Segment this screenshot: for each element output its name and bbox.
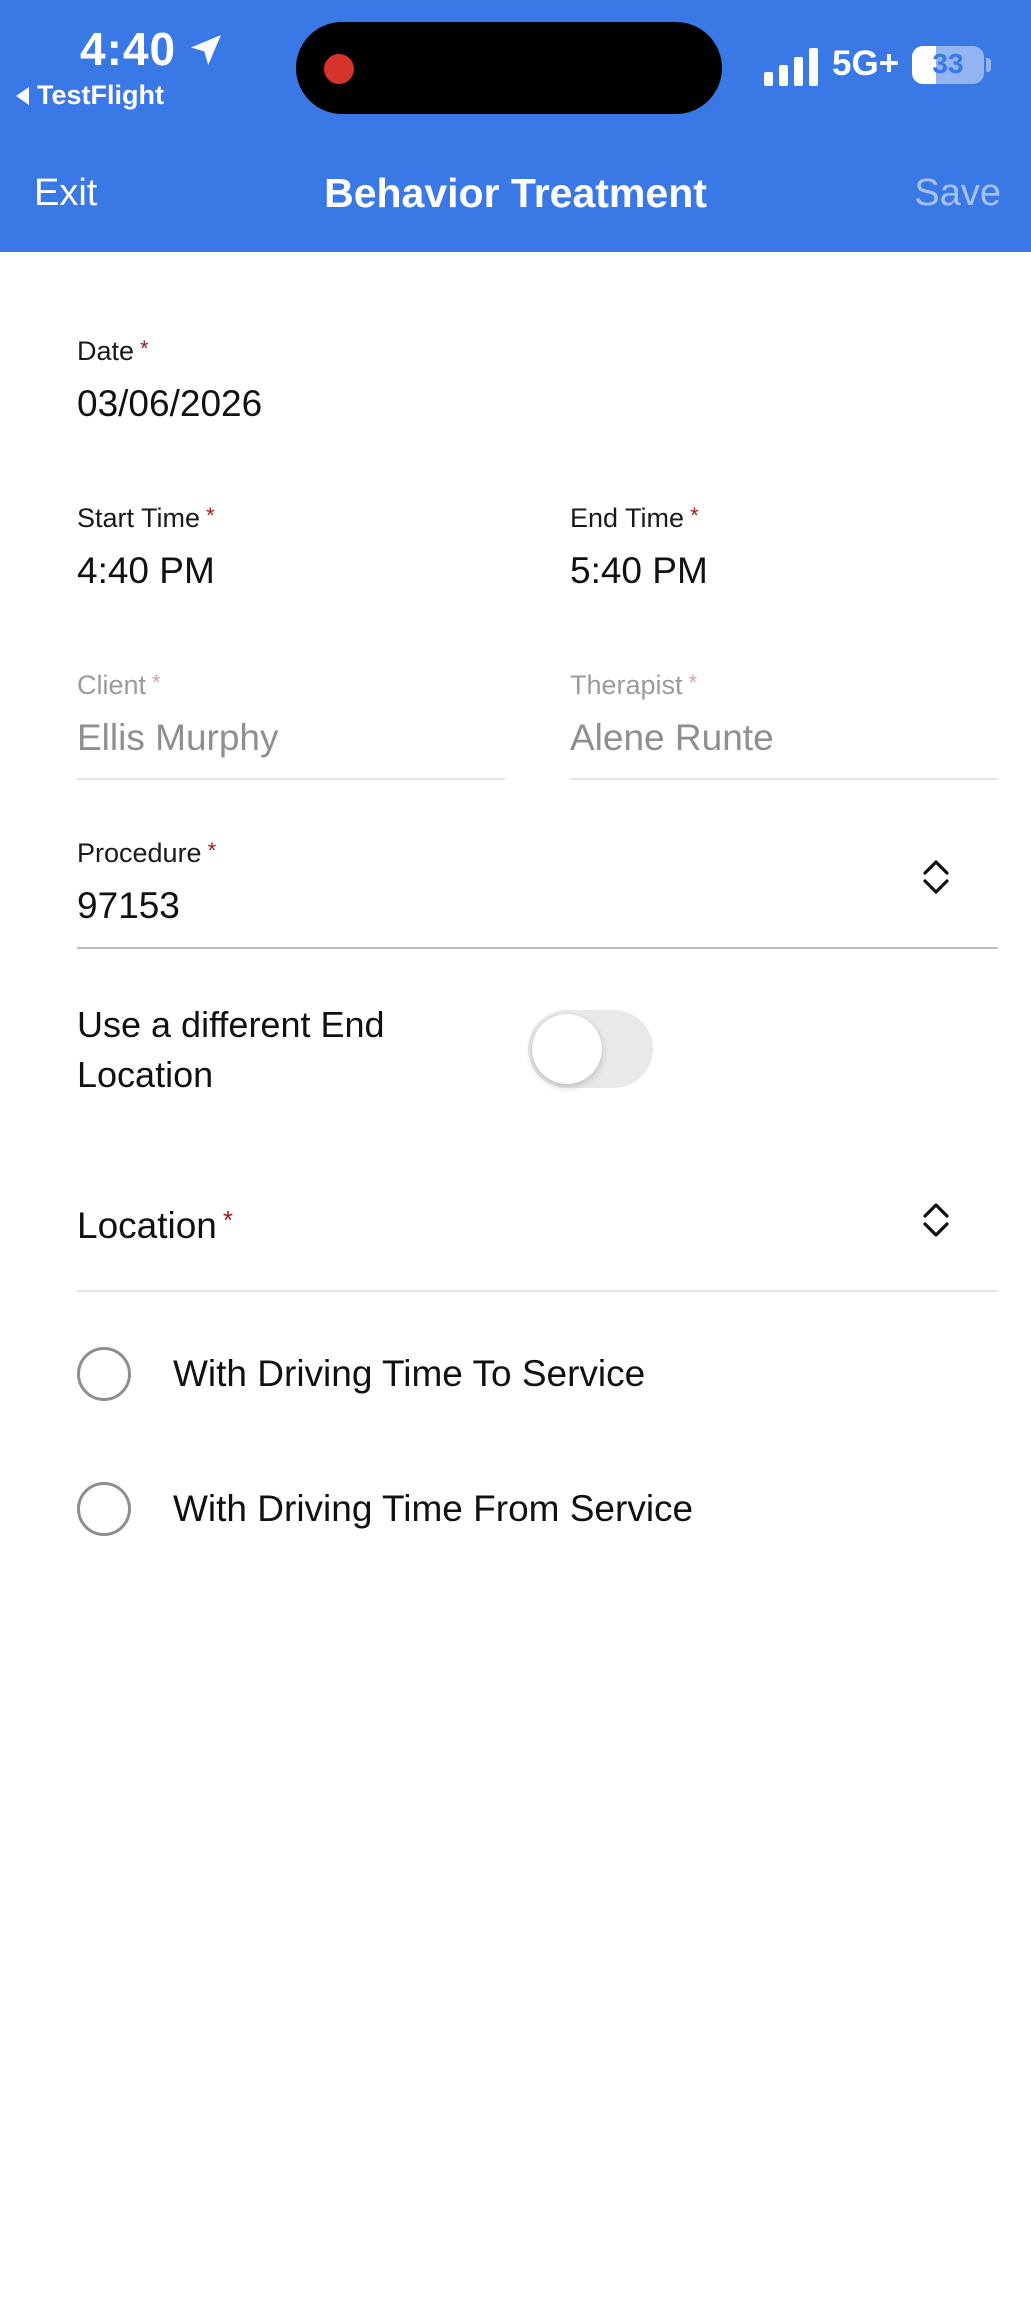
different-end-location-toggle[interactable] — [528, 1010, 653, 1088]
procedure-select[interactable]: Procedure * 97153 — [77, 838, 217, 926]
procedure-underline — [77, 947, 998, 949]
battery-indicator: 33 — [912, 46, 984, 84]
required-marker: * — [206, 503, 215, 528]
battery-percentage: 33 — [932, 48, 964, 79]
start-time-label: Start Time * — [77, 503, 215, 533]
client-label: Client * — [77, 670, 161, 700]
therapist-underline — [570, 778, 998, 780]
therapist-field: Therapist * Alene Runte — [570, 670, 774, 758]
chevron-up-down-icon[interactable] — [921, 1200, 951, 1240]
date-value: 03/06/2026 — [77, 383, 263, 424]
status-time: 4:40 — [80, 23, 177, 75]
toggle-knob — [532, 1014, 602, 1084]
date-label: Date * — [77, 336, 149, 366]
save-button[interactable]: Save — [914, 172, 1001, 215]
required-marker: * — [222, 1205, 234, 1235]
location-label: Location — [77, 1205, 217, 1246]
recording-indicator — [324, 54, 354, 84]
driving-time-from-service-option[interactable]: With Driving Time From Service — [77, 1482, 693, 1536]
driving-time-from-service-label: With Driving Time From Service — [173, 1488, 694, 1529]
radio-button[interactable] — [77, 1482, 131, 1536]
procedure-label: Procedure * — [77, 838, 217, 868]
different-end-location-label: Use a different End Location — [77, 1004, 385, 1095]
location-select[interactable]: Location * — [77, 1205, 233, 1247]
required-marker: * — [207, 838, 217, 863]
end-time-label: End Time * — [570, 503, 699, 533]
page-title: Behavior Treatment — [324, 170, 707, 216]
back-app-label: TestFlight — [37, 80, 164, 110]
client-field: Client * Ellis Murphy — [77, 670, 279, 758]
required-marker: * — [152, 670, 161, 695]
dynamic-island — [296, 22, 722, 114]
client-underline — [77, 778, 505, 780]
end-time-field[interactable]: End Time * 5:40 PM — [570, 503, 708, 591]
required-marker: * — [690, 503, 699, 528]
battery-cap — [986, 58, 991, 72]
procedure-value: 97153 — [77, 885, 180, 926]
location-arrow-icon — [191, 35, 221, 65]
start-time-field[interactable]: Start Time * 4:40 PM — [77, 503, 215, 591]
therapist-label: Therapist * — [570, 670, 698, 700]
end-time-value: 5:40 PM — [570, 550, 708, 591]
driving-time-to-service-option[interactable]: With Driving Time To Service — [77, 1347, 645, 1401]
app-header: 4:40 TestFlight 5G+ 33 Exit Behavior Tre… — [0, 0, 1031, 252]
therapist-value: Alene Runte — [570, 717, 774, 758]
network-type: 5G+ — [832, 44, 900, 83]
date-field[interactable]: Date * 03/06/2026 — [77, 336, 263, 424]
location-underline — [77, 1290, 998, 1292]
radio-button[interactable] — [77, 1347, 131, 1401]
cellular-signal-icon — [764, 48, 818, 86]
required-marker: * — [688, 670, 698, 695]
back-triangle-icon — [16, 86, 29, 105]
required-marker: * — [140, 336, 149, 361]
driving-time-to-service-label: With Driving Time To Service — [173, 1353, 646, 1394]
client-value: Ellis Murphy — [77, 717, 279, 758]
back-to-testflight-link[interactable]: TestFlight — [16, 80, 164, 111]
chevron-up-down-icon[interactable] — [921, 857, 951, 897]
start-time-value: 4:40 PM — [77, 550, 215, 591]
